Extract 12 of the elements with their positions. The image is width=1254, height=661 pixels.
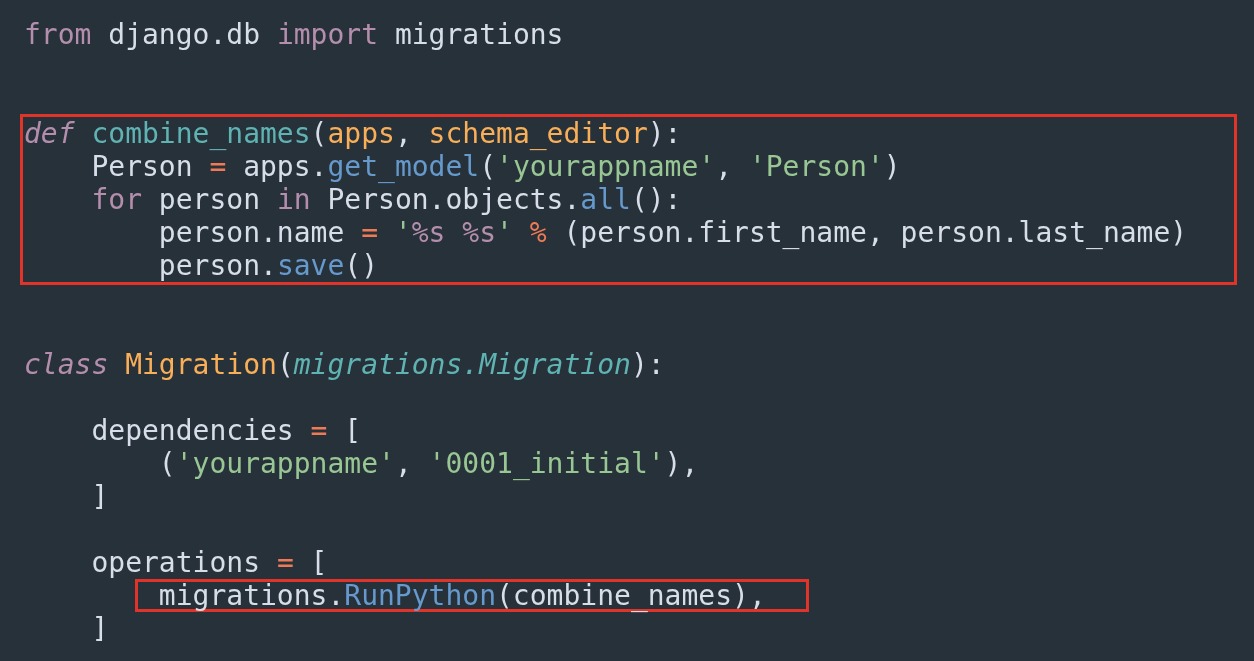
- code-line: ]: [90, 612, 109, 645]
- code-line: Person = apps.get_model('yourappname', 'Person'): [90, 150, 901, 183]
- code-line: for person in Person.objects.all():: [90, 183, 682, 216]
- code-line: person.name = '%s %s' % (person.first_name, person.last_name): [157, 216, 1188, 249]
- code-line: ]: [90, 480, 109, 513]
- code-line: from django.db import migrations: [23, 18, 564, 51]
- code-line: person.save(): [157, 249, 379, 282]
- code-line: dependencies = [: [90, 414, 362, 447]
- code-line: operations = [: [90, 546, 328, 579]
- code-line: ('yourappname', '0001_initial'),: [157, 447, 699, 480]
- code-line: def combine_names(apps, schema_editor):: [23, 117, 682, 150]
- code-line: class Migration(migrations.Migration):: [23, 348, 665, 381]
